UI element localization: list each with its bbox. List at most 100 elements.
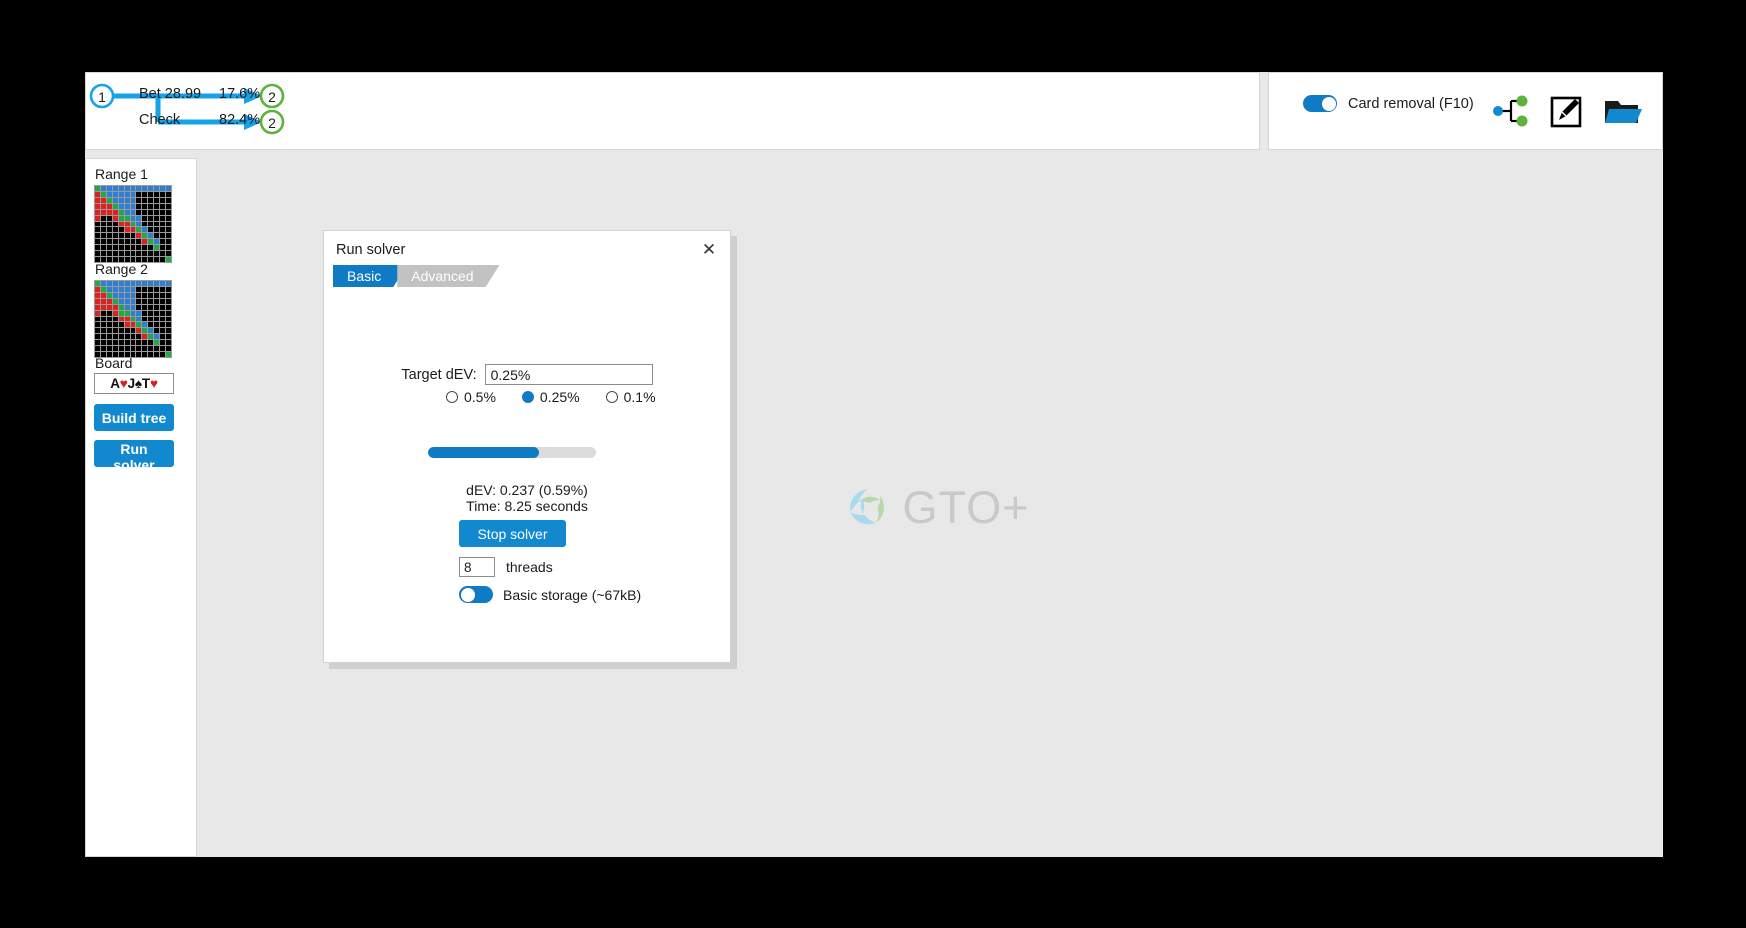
range-cell[interactable] bbox=[106, 281, 112, 286]
range-cell[interactable] bbox=[160, 304, 166, 310]
range-cell[interactable] bbox=[166, 203, 171, 209]
radio-dot-0.1[interactable] bbox=[605, 391, 618, 403]
range2-matrix[interactable] bbox=[94, 280, 172, 358]
range-cell[interactable] bbox=[166, 286, 171, 292]
range-cell[interactable] bbox=[166, 215, 171, 221]
range-cell[interactable] bbox=[142, 203, 148, 209]
range-cell[interactable] bbox=[160, 239, 166, 245]
range-cell[interactable] bbox=[148, 328, 154, 334]
range-cell[interactable] bbox=[160, 328, 166, 334]
range-cell[interactable] bbox=[166, 328, 171, 334]
range-cell[interactable] bbox=[130, 239, 136, 245]
range-cell[interactable] bbox=[142, 239, 148, 245]
range-cell[interactable] bbox=[95, 233, 100, 239]
range-cell[interactable] bbox=[154, 233, 160, 239]
range-cell[interactable] bbox=[154, 245, 160, 251]
range-cell[interactable] bbox=[112, 203, 118, 209]
range-cell[interactable] bbox=[118, 340, 124, 346]
range-cell[interactable] bbox=[160, 281, 166, 286]
range-cell[interactable] bbox=[112, 292, 118, 298]
range-cell[interactable] bbox=[100, 292, 106, 298]
range-cell[interactable] bbox=[118, 221, 124, 227]
range-cell[interactable] bbox=[95, 328, 100, 334]
range-cell[interactable] bbox=[106, 245, 112, 251]
range-cell[interactable] bbox=[124, 286, 130, 292]
range-cell[interactable] bbox=[106, 227, 112, 233]
range-cell[interactable] bbox=[142, 191, 148, 197]
range-cell[interactable] bbox=[136, 316, 142, 322]
range-cell[interactable] bbox=[142, 251, 148, 257]
range-cell[interactable] bbox=[112, 304, 118, 310]
range-cell[interactable] bbox=[160, 257, 166, 262]
range-cell[interactable] bbox=[100, 209, 106, 215]
range-cell[interactable] bbox=[136, 209, 142, 215]
range-cell[interactable] bbox=[95, 203, 100, 209]
range-cell[interactable] bbox=[166, 298, 171, 304]
range-cell[interactable] bbox=[160, 292, 166, 298]
range-cell[interactable] bbox=[148, 203, 154, 209]
range-cell[interactable] bbox=[118, 215, 124, 221]
range-cell[interactable] bbox=[142, 209, 148, 215]
range-cell[interactable] bbox=[124, 298, 130, 304]
target-dev-input[interactable] bbox=[484, 364, 653, 385]
range-cell[interactable] bbox=[112, 334, 118, 340]
range-cell[interactable] bbox=[166, 197, 171, 203]
range-cell[interactable] bbox=[106, 215, 112, 221]
range-cell[interactable] bbox=[118, 239, 124, 245]
range-cell[interactable] bbox=[106, 251, 112, 257]
range-cell[interactable] bbox=[148, 186, 154, 191]
range-cell[interactable] bbox=[154, 334, 160, 340]
range-cell[interactable] bbox=[154, 197, 160, 203]
range-cell[interactable] bbox=[106, 209, 112, 215]
storage-row[interactable]: Basic storage (~67kB) bbox=[459, 586, 641, 603]
radio-dot-0.5[interactable] bbox=[446, 391, 458, 403]
range-cell[interactable] bbox=[112, 298, 118, 304]
range-cell[interactable] bbox=[148, 310, 154, 316]
range-cell[interactable] bbox=[124, 328, 130, 334]
range-cell[interactable] bbox=[130, 316, 136, 322]
range-cell[interactable] bbox=[154, 298, 160, 304]
range-cell[interactable] bbox=[142, 245, 148, 251]
range-cell[interactable] bbox=[95, 286, 100, 292]
range-cell[interactable] bbox=[166, 233, 171, 239]
range-cell[interactable] bbox=[160, 286, 166, 292]
range-cell[interactable] bbox=[100, 215, 106, 221]
radio-option-0.1[interactable]: 0.1% bbox=[605, 389, 656, 405]
run-solver-button[interactable]: Run solver bbox=[94, 440, 174, 473]
range-cell[interactable] bbox=[154, 304, 160, 310]
range-cell[interactable] bbox=[124, 322, 130, 328]
range-cell[interactable] bbox=[166, 322, 171, 328]
range-cell[interactable] bbox=[124, 310, 130, 316]
range-cell[interactable] bbox=[136, 239, 142, 245]
range-cell[interactable] bbox=[124, 304, 130, 310]
range-cell[interactable] bbox=[148, 281, 154, 286]
radio-dot-0.25[interactable] bbox=[521, 391, 534, 403]
edit-pencil-icon[interactable] bbox=[1544, 89, 1588, 133]
range-cell[interactable] bbox=[160, 215, 166, 221]
card-removal-toggle[interactable] bbox=[1303, 95, 1337, 112]
range-cell[interactable] bbox=[142, 281, 148, 286]
range-cell[interactable] bbox=[148, 191, 154, 197]
range-cell[interactable] bbox=[166, 257, 171, 262]
range-cell[interactable] bbox=[106, 203, 112, 209]
range-cell[interactable] bbox=[130, 215, 136, 221]
range-cell[interactable] bbox=[154, 286, 160, 292]
range-cell[interactable] bbox=[148, 334, 154, 340]
range-cell[interactable] bbox=[136, 191, 142, 197]
range-cell[interactable] bbox=[160, 227, 166, 233]
range-cell[interactable] bbox=[118, 316, 124, 322]
range-cell[interactable] bbox=[124, 251, 130, 257]
range-cell[interactable] bbox=[130, 209, 136, 215]
range-cell[interactable] bbox=[160, 340, 166, 346]
range-cell[interactable] bbox=[100, 233, 106, 239]
range-cell[interactable] bbox=[118, 310, 124, 316]
range-cell[interactable] bbox=[124, 227, 130, 233]
range-cell[interactable] bbox=[160, 221, 166, 227]
range-cell[interactable] bbox=[118, 322, 124, 328]
range-cell[interactable] bbox=[142, 316, 148, 322]
range-cell[interactable] bbox=[166, 239, 171, 245]
range-cell[interactable] bbox=[124, 186, 130, 191]
range-cell[interactable] bbox=[118, 203, 124, 209]
range-cell[interactable] bbox=[130, 304, 136, 310]
range-cell[interactable] bbox=[124, 334, 130, 340]
